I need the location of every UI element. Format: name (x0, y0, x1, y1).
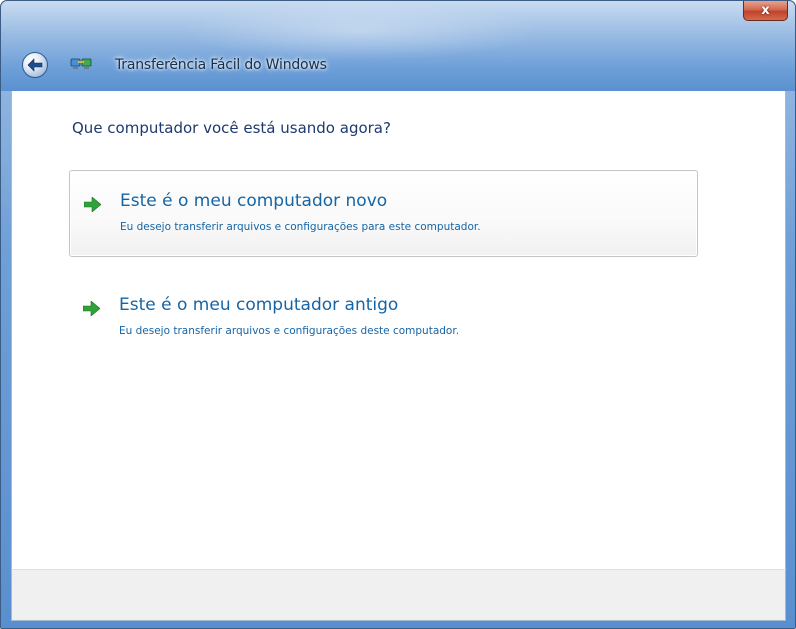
green-arrow-icon (83, 301, 100, 316)
close-button[interactable]: x (743, 1, 788, 21)
option-title: Este é o meu computador novo (120, 191, 388, 211)
option-description: Eu desejo transferir arquivos e configur… (119, 325, 460, 337)
close-icon: x (761, 3, 770, 18)
wizard-window: x Transferência Fácil do Windows Que com… (0, 0, 796, 629)
page-question: Que computador você está usando agora? (72, 119, 391, 137)
easy-transfer-icon (69, 56, 93, 72)
footer-bar (11, 569, 786, 621)
window-title: Transferência Fácil do Windows (115, 57, 327, 73)
option-description: Eu desejo transferir arquivos e configur… (120, 221, 481, 233)
title-bar: x Transferência Fácil do Windows (1, 1, 795, 91)
option-new-computer[interactable]: Este é o meu computador novo Eu desejo t… (69, 170, 698, 257)
back-button[interactable] (22, 52, 48, 78)
back-arrow-icon (27, 58, 43, 72)
green-arrow-icon (84, 197, 101, 212)
option-title: Este é o meu computador antigo (119, 295, 399, 315)
main-content: Que computador você está usando agora? E… (11, 91, 786, 569)
option-old-computer[interactable]: Este é o meu computador antigo Eu desejo… (69, 275, 698, 362)
